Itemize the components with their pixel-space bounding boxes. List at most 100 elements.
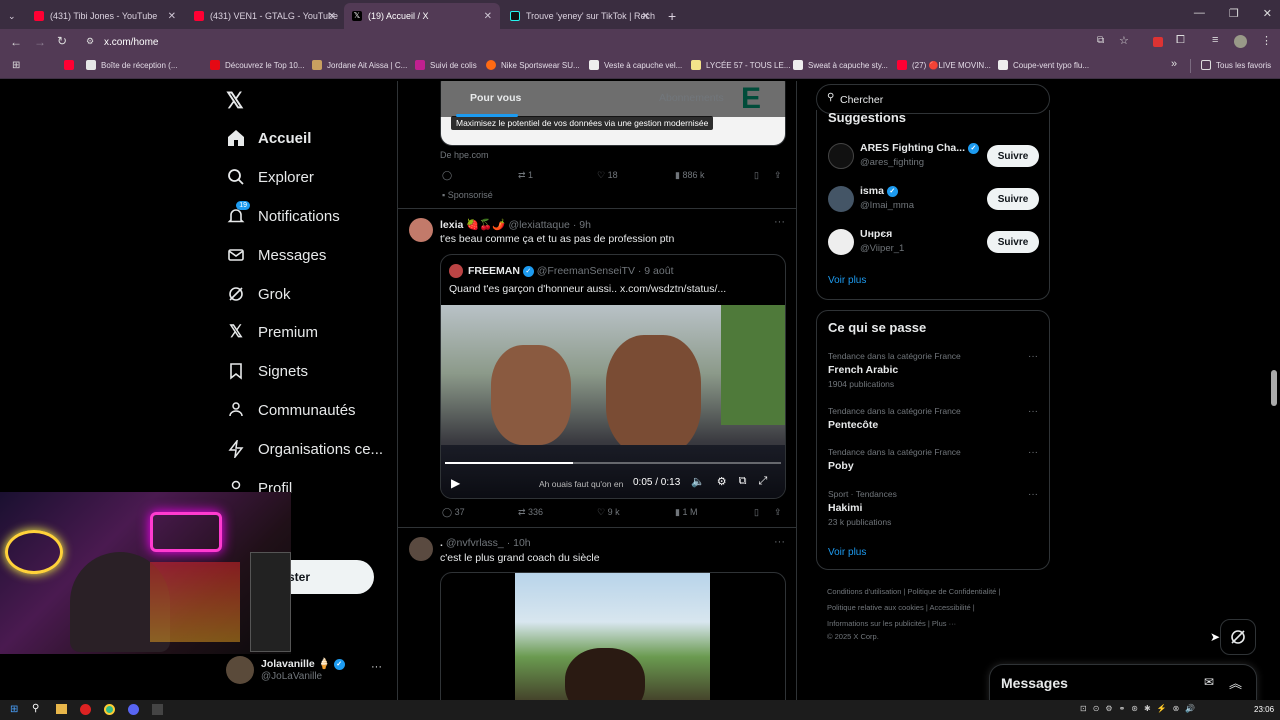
close-icon[interactable]: ✕ xyxy=(484,11,492,22)
play-icon[interactable]: ▶ xyxy=(451,476,460,490)
bookmark-3[interactable]: Suivi de colis xyxy=(415,60,477,70)
nav-organizations[interactable]: Organisations ce... xyxy=(226,439,383,459)
see-more-link[interactable]: Voir plus xyxy=(828,275,866,286)
close-icon[interactable]: ✕ xyxy=(328,11,336,22)
tab-x-home[interactable]: 𝕏 (19) Accueil / X ✕ xyxy=(344,3,500,29)
tab-following[interactable]: Abonnements xyxy=(659,92,724,104)
apps-icon[interactable]: ⊞ xyxy=(12,60,20,71)
like-icon[interactable]: ♡ 18 xyxy=(597,170,618,181)
avatar[interactable] xyxy=(828,186,854,212)
tab-list-button[interactable]: ⌄ xyxy=(0,3,24,29)
avatar[interactable] xyxy=(226,656,254,684)
nav-bookmarks[interactable]: Signets xyxy=(226,361,308,381)
search-icon[interactable]: ⚲ xyxy=(32,703,39,714)
expand-icon[interactable]: ︽ xyxy=(1229,673,1242,692)
explorer-icon[interactable] xyxy=(56,704,67,714)
tweet-media[interactable] xyxy=(440,572,786,700)
follow-button[interactable]: Suivre xyxy=(987,231,1039,253)
profile-avatar[interactable] xyxy=(1234,35,1247,48)
more-icon[interactable]: ··· xyxy=(1028,406,1038,417)
close-window-icon[interactable]: ✕ xyxy=(1263,7,1272,20)
trend-item[interactable]: Tendance dans la catégorie France French… xyxy=(828,351,1038,389)
avatar[interactable] xyxy=(409,218,433,242)
bookmark-6[interactable]: LYCÉE 57 - TOUS LE... xyxy=(691,60,790,70)
tab-youtube-1[interactable]: (431) Tibi Jones - YouTube ✕ xyxy=(26,3,184,29)
bookmark-action-icon[interactable]: ▯ xyxy=(754,507,759,518)
account-menu-icon[interactable]: ··· xyxy=(371,661,382,673)
opera-icon[interactable] xyxy=(80,704,91,715)
nav-messages[interactable]: Messages xyxy=(226,245,326,265)
menu-icon[interactable]: ⋮ xyxy=(1261,34,1272,47)
discord-icon[interactable] xyxy=(128,704,139,715)
video-player[interactable]: ▶ Ah ouais faut qu'on en 0:05 / 0:13 🔈 ⚙ ⧉… xyxy=(441,305,785,498)
back-icon[interactable]: ← xyxy=(10,35,22,49)
like-icon[interactable]: ♡ 9 k xyxy=(597,507,620,518)
bookmark-7[interactable]: Sweat à capuche sty... xyxy=(793,60,888,70)
windows-start-icon[interactable]: ⊞ xyxy=(10,704,18,715)
retweet-icon[interactable]: ⇄ 1 xyxy=(518,170,533,181)
avatar[interactable] xyxy=(828,229,854,255)
bookmark-action-icon[interactable]: ▯ xyxy=(754,170,759,181)
retweet-icon[interactable]: ⇄ 336 xyxy=(518,507,543,518)
close-icon[interactable]: ✕ xyxy=(642,11,650,22)
follow-button[interactable]: Suivre xyxy=(987,145,1039,167)
extensions-icon[interactable]: ⧠ xyxy=(1176,34,1185,47)
new-tab-button[interactable]: + xyxy=(660,3,682,29)
nav-explore[interactable]: Explorer xyxy=(226,167,314,187)
reload-icon[interactable]: ↻ xyxy=(57,34,67,48)
settings-icon[interactable]: ⚙ xyxy=(717,475,727,488)
trend-item[interactable]: Tendance dans la catégorie France Poby ·… xyxy=(828,447,1038,472)
more-icon[interactable]: ··· xyxy=(1028,489,1038,500)
reply-icon[interactable]: ◯ xyxy=(442,170,452,181)
more-bookmarks-icon[interactable]: » xyxy=(1171,58,1177,70)
suggestion-name[interactable]: Uнрєя xyxy=(860,228,892,240)
more-icon[interactable]: ··· xyxy=(1028,447,1038,458)
extension-icon[interactable] xyxy=(1153,37,1163,47)
nav-premium[interactable]: 𝕏 Premium xyxy=(226,322,318,342)
messages-drawer[interactable]: Messages ✉ ︽ xyxy=(989,664,1257,704)
app-icon[interactable] xyxy=(152,704,163,715)
nav-grok[interactable]: Grok xyxy=(226,284,291,304)
trend-item[interactable]: Tendance dans la catégorie France Pentec… xyxy=(828,406,1038,431)
more-icon[interactable]: ··· xyxy=(774,536,785,548)
share-icon[interactable]: ⇪ xyxy=(774,170,782,181)
x-logo-icon[interactable]: 𝕏 xyxy=(226,88,244,114)
media-icon[interactable]: ≡ xyxy=(1212,34,1218,46)
bookmark-1[interactable]: Découvrez le Top 10... xyxy=(210,60,304,70)
new-message-icon[interactable]: ✉ xyxy=(1204,675,1214,689)
more-icon[interactable]: ··· xyxy=(774,216,785,228)
avatar[interactable] xyxy=(409,537,433,561)
quote-tweet[interactable]: FREEMAN ✓ @FreemanSenseiTV · 9 août Quan… xyxy=(440,254,786,499)
views-icon[interactable]: ▮ 1 M xyxy=(675,507,697,518)
share-icon[interactable]: ⇪ xyxy=(774,507,782,518)
bookmark-8[interactable]: (27) 🔴LIVE MOVIN... xyxy=(897,60,991,70)
nav-communities[interactable]: Communautés xyxy=(226,400,356,420)
url-field[interactable]: x.com/home xyxy=(104,37,158,48)
tray-icons[interactable]: ⊡⊙⚙⚭⊛✱⚡⊗🔊 xyxy=(1080,704,1201,713)
follow-button[interactable]: Suivre xyxy=(987,188,1039,210)
bookmark-4[interactable]: Nike Sportswear SU... xyxy=(486,60,580,70)
fullscreen-icon[interactable]: ⤢ xyxy=(758,475,767,488)
pip-icon[interactable]: ⧉ xyxy=(739,475,747,488)
views-icon[interactable]: ▮ 886 k xyxy=(675,170,704,181)
bookmark-youtube[interactable] xyxy=(64,60,79,70)
close-icon[interactable]: ✕ xyxy=(168,11,176,22)
tab-tiktok[interactable]: Trouve 'yeney' sur TikTok | Rech ✕ xyxy=(502,3,658,29)
minimize-icon[interactable]: — xyxy=(1194,7,1205,20)
chrome-icon[interactable] xyxy=(104,704,115,715)
bookmark-9[interactable]: Coupe-vent typo flu... xyxy=(998,60,1089,70)
restore-icon[interactable]: ❐ xyxy=(1229,7,1239,20)
bookmark-2[interactable]: Jordane Ait Aissa | C... xyxy=(312,60,407,70)
grok-button[interactable] xyxy=(1220,619,1256,655)
suggestion-name[interactable]: isma ✓ xyxy=(860,185,898,197)
nav-home[interactable]: Accueil xyxy=(226,128,311,148)
reply-icon[interactable]: ◯ 37 xyxy=(442,507,465,518)
more-icon[interactable]: ··· xyxy=(1028,351,1038,362)
account-name[interactable]: Jolavanille 🍦 ✓ xyxy=(261,657,345,670)
nav-notifications[interactable]: 19 Notifications xyxy=(226,201,340,226)
all-bookmarks[interactable]: Tous les favoris xyxy=(1201,60,1271,70)
video-progress[interactable] xyxy=(445,462,781,464)
forward-icon[interactable]: → xyxy=(34,35,46,49)
tab-for-you[interactable]: Pour vous xyxy=(470,92,521,104)
trends-see-more-link[interactable]: Voir plus xyxy=(828,547,866,558)
